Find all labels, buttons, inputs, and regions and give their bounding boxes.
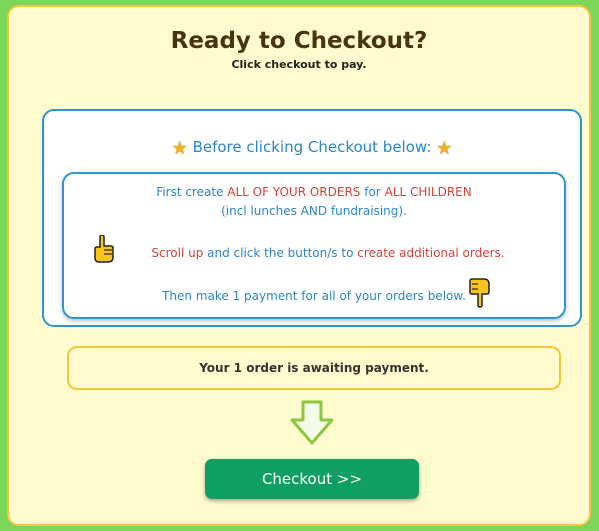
- page-subtitle: Click checkout to pay.: [231, 58, 367, 71]
- instruction-line-3: Scroll up and click the button/s to crea…: [64, 246, 564, 260]
- order-status-text: Your 1 order is awaiting payment.: [199, 361, 429, 375]
- instruction-highlight: ALL CHILDREN: [384, 185, 472, 199]
- star-icon: ★: [171, 138, 188, 159]
- instruction-highlight: ALL OF YOUR ORDERS: [227, 185, 361, 199]
- down-arrow-icon: [290, 400, 334, 445]
- instruction-line-2: (incl lunches AND fundraising).: [221, 204, 407, 218]
- instruction-line-1: First create ALL OF YOUR ORDERS for ALL …: [64, 185, 564, 199]
- order-status-box: Your 1 order is awaiting payment.: [67, 346, 561, 390]
- star-icon: ★: [436, 138, 453, 159]
- hand-pointing-down-icon: [469, 278, 490, 308]
- instruction-text: and click the button/s to: [203, 246, 358, 260]
- instructions-heading-text: Before clicking Checkout below:: [192, 138, 432, 156]
- instruction-highlight: Scroll up: [151, 246, 204, 260]
- instructions-heading: ★ Before clicking Checkout below: ★: [44, 138, 580, 159]
- page-title: Ready to Checkout?: [170, 28, 428, 54]
- instruction-highlight: create additional orders.: [357, 246, 505, 260]
- instruction-text: for: [360, 185, 385, 199]
- instructions-detail-box: First create ALL OF YOUR ORDERS for ALL …: [62, 172, 566, 319]
- instructions-box: ★ Before clicking Checkout below: ★ Firs…: [42, 109, 582, 327]
- checkout-panel: Ready to Checkout? Click checkout to pay…: [7, 5, 591, 526]
- instruction-text: First create: [156, 185, 228, 199]
- checkout-button[interactable]: Checkout >>: [205, 459, 419, 499]
